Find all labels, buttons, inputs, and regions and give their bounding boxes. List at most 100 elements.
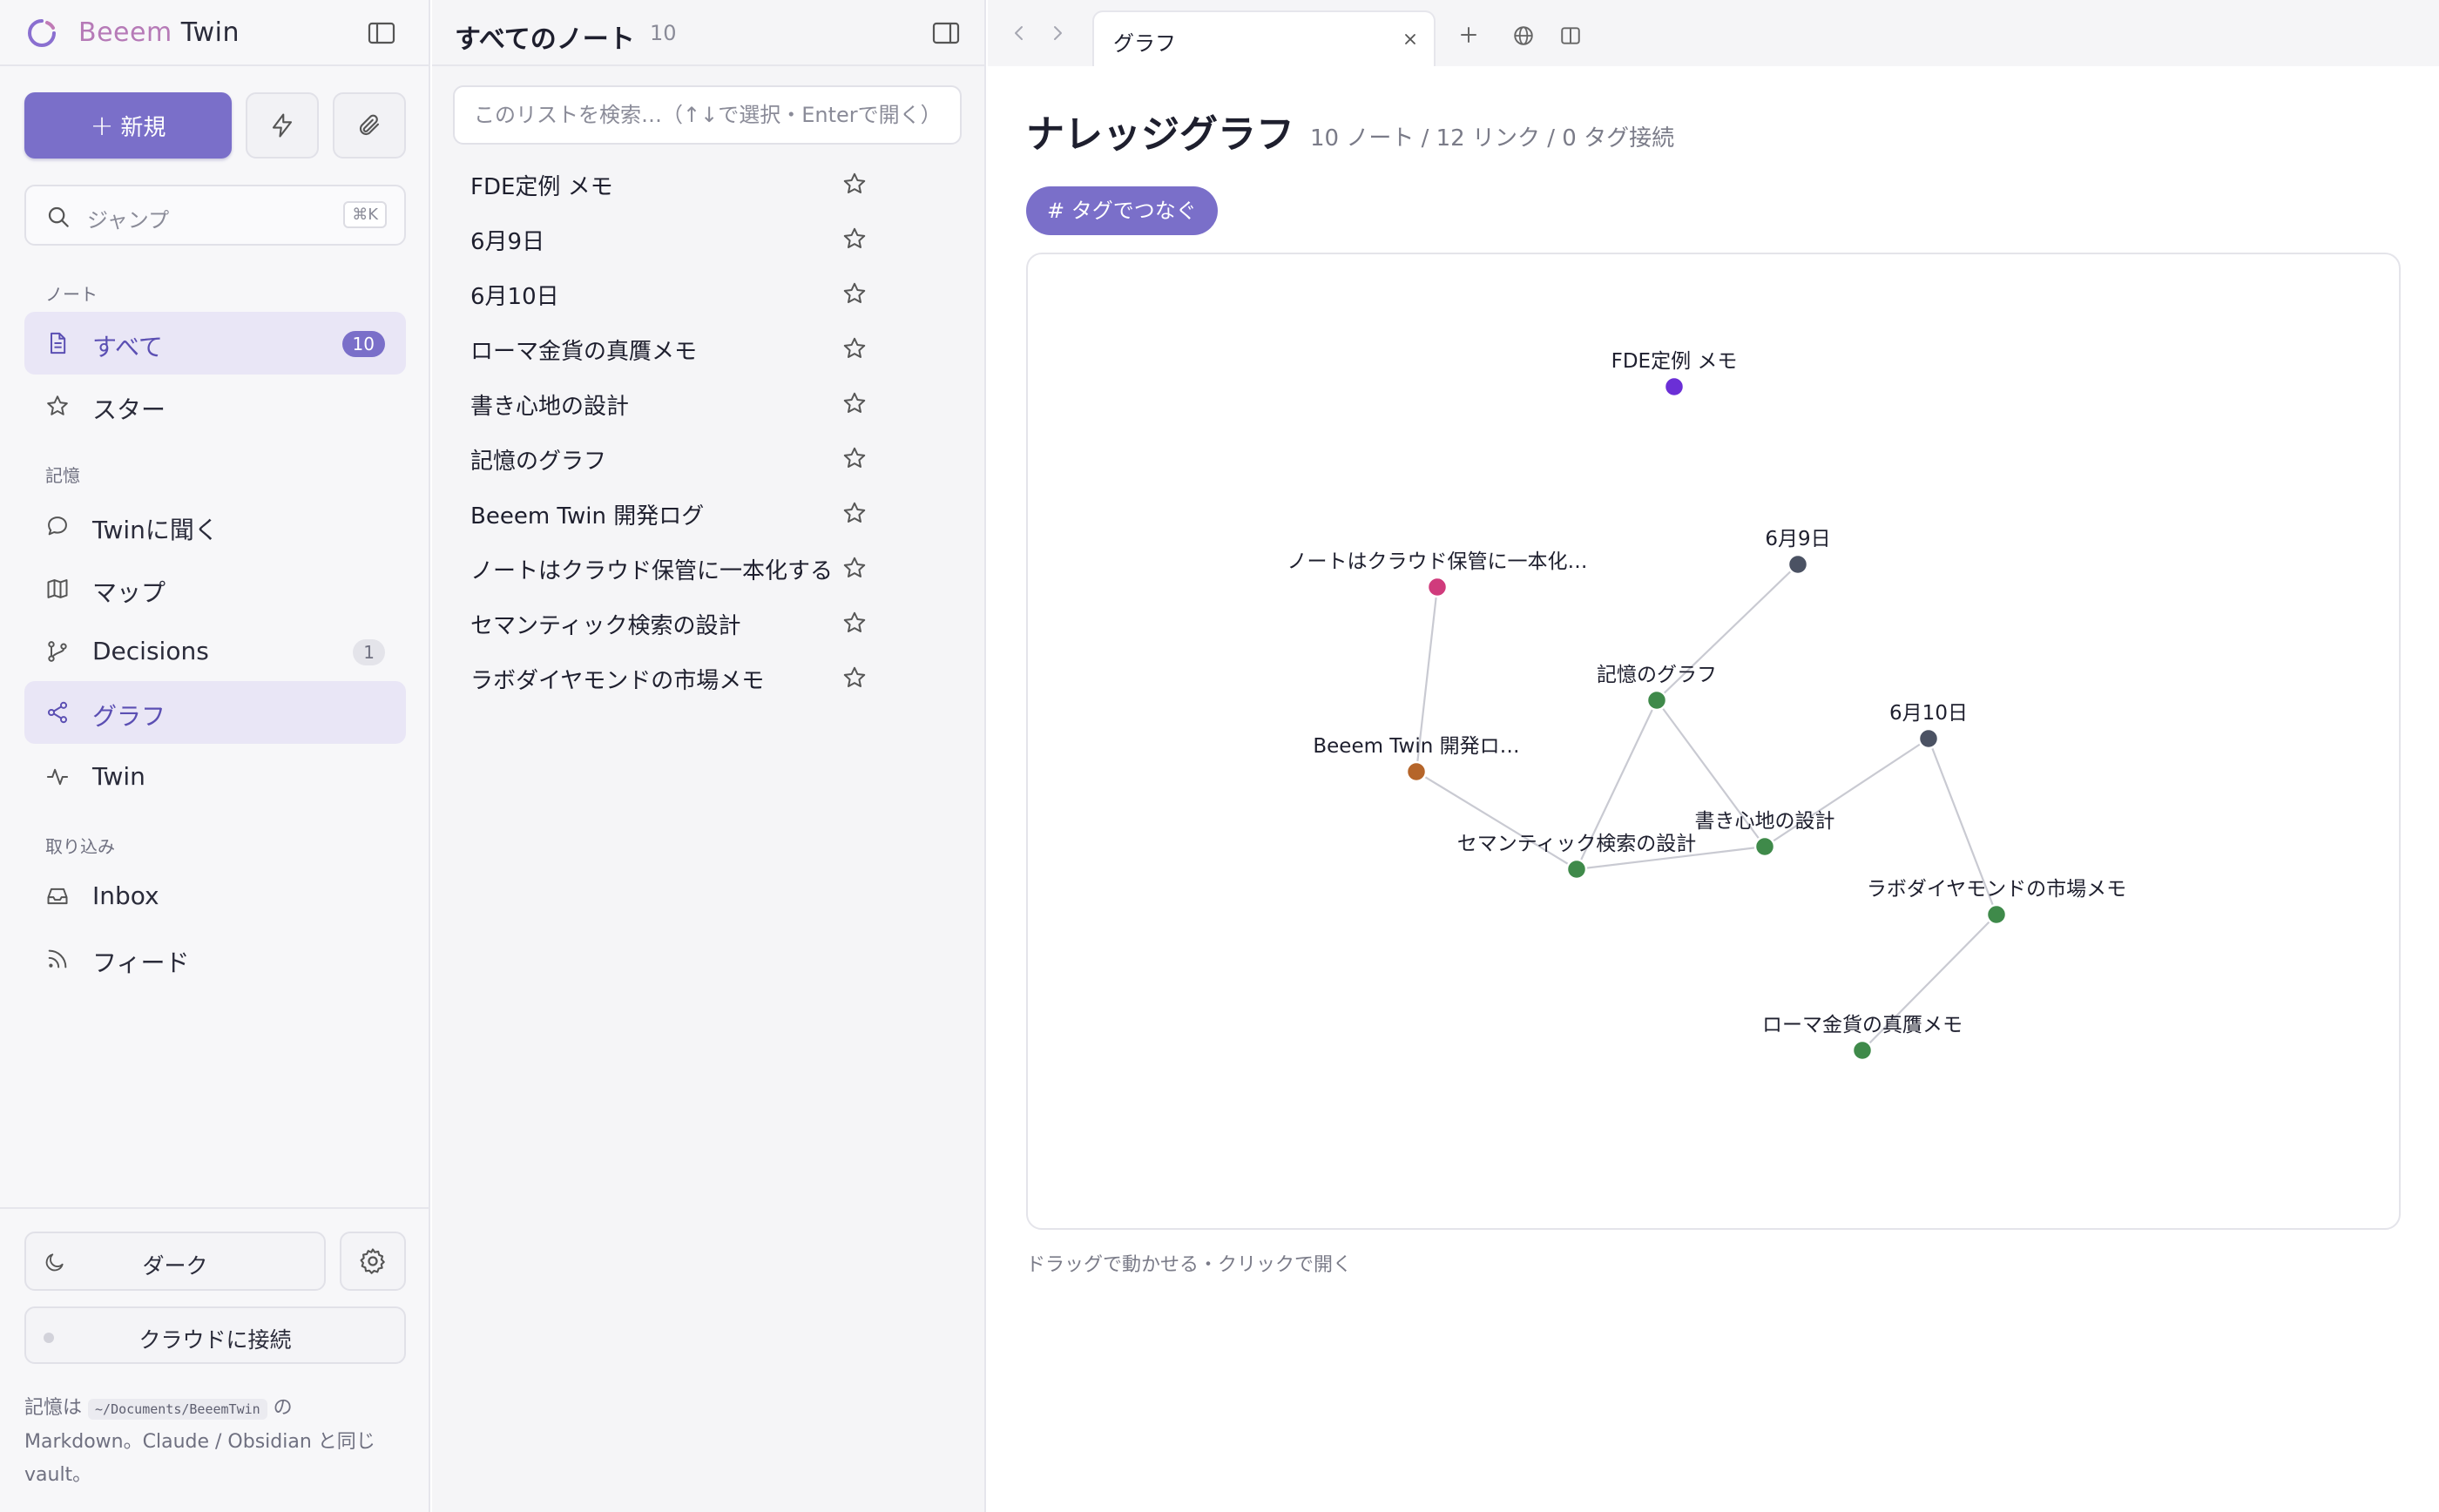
graph-node[interactable]: 6月10日 xyxy=(1889,702,1968,750)
quick-capture-button[interactable] xyxy=(246,92,319,159)
knowledge-graph[interactable]: FDE定例 メモ 6月9日 ノートはクラウド保管に一本化… 記憶のグラフ 6月10日 Be… xyxy=(1026,253,2401,1230)
list-item[interactable]: ラボダイヤモンドの市場メモ xyxy=(432,651,986,705)
sidebar-item-graph[interactable]: グラフ xyxy=(24,681,406,744)
note-list-search[interactable] xyxy=(453,85,962,145)
sidebar-item-label: すべて xyxy=(92,333,163,361)
star-icon[interactable] xyxy=(841,335,868,361)
sidebar-item-label: フィード xyxy=(92,948,190,977)
list-item[interactable]: 書き心地の設計 xyxy=(432,376,986,431)
star-icon[interactable] xyxy=(841,500,868,526)
back-arrow-icon[interactable] xyxy=(1010,24,1028,42)
graph-node-dot[interactable] xyxy=(1405,760,1428,783)
sidebar-item-feed[interactable]: フィード xyxy=(24,928,406,990)
attach-button[interactable] xyxy=(333,92,406,159)
page-title: ナレッジグラフ xyxy=(1026,112,1294,157)
graph-node-dot[interactable] xyxy=(1851,1039,1874,1062)
sidebar-item-twin[interactable]: Twin xyxy=(24,746,406,808)
split-view-icon[interactable] xyxy=(1559,24,1582,47)
graph-node-dot[interactable] xyxy=(1426,576,1449,598)
graph-node[interactable]: 記憶のグラフ xyxy=(1597,664,1717,712)
graph-node-dot[interactable] xyxy=(1645,689,1668,712)
star-icon[interactable] xyxy=(841,610,868,636)
close-icon[interactable] xyxy=(1402,31,1418,47)
graph-node[interactable]: FDE定例 メモ xyxy=(1611,350,1738,398)
connect-by-tag-button[interactable]: # タグでつなぐ xyxy=(1026,186,1218,235)
count-badge: 1 xyxy=(353,639,385,665)
graph-hint: ドラッグで動かせる・クリックで開く xyxy=(1026,1254,1353,1276)
sidebar-item-star[interactable]: スター xyxy=(24,375,406,437)
star-icon[interactable] xyxy=(841,280,868,307)
graph-node[interactable]: セマンティック検索の設計 xyxy=(1457,833,1697,881)
sidebar-item-label: マップ xyxy=(92,578,166,607)
graph-node-label: 書き心地の設計 xyxy=(1695,810,1835,833)
graph-node-dot[interactable] xyxy=(1565,858,1588,881)
new-note-button[interactable]: + 新規 xyxy=(24,92,232,159)
sidebar-item-label: Decisions xyxy=(92,637,209,665)
graph-node-label: セマンティック検索の設計 xyxy=(1457,833,1697,855)
sidebar-item-decisions[interactable]: Decisions 1 xyxy=(24,620,406,683)
vault-path: ~/Documents/BeeemTwin xyxy=(88,1399,267,1420)
graph-node[interactable]: 6月9日 xyxy=(1765,528,1831,576)
graph-node-dot[interactable] xyxy=(1787,553,1809,576)
list-item[interactable]: ローマ金貨の真贋メモ xyxy=(432,321,986,376)
star-icon[interactable] xyxy=(841,445,868,471)
search-icon xyxy=(48,206,69,227)
sidebar-item-ask-twin[interactable]: Twinに聞く xyxy=(24,495,406,557)
section-label-memory: 記憶 xyxy=(45,465,80,486)
sidebar-item-inbox[interactable]: Inbox xyxy=(24,865,406,928)
list-item[interactable]: ノートはクラウド保管に一本化する xyxy=(432,541,986,596)
graph-node-dot[interactable] xyxy=(1917,727,1940,750)
graph-node[interactable]: ラボダイヤモンドの市場メモ xyxy=(1867,878,2126,926)
dark-mode-button[interactable]: ダーク xyxy=(24,1232,326,1291)
note-title: Beeem Twin 開発ログ xyxy=(470,503,705,530)
globe-icon[interactable] xyxy=(1512,24,1535,47)
star-icon[interactable] xyxy=(841,390,868,416)
graph-node[interactable]: 書き心地の設計 xyxy=(1695,810,1835,858)
graph-node-dot[interactable] xyxy=(1663,375,1686,398)
star-icon[interactable] xyxy=(841,171,868,197)
pulse-icon xyxy=(46,768,69,786)
graph-node[interactable]: Beeem Twin 開発ロ… xyxy=(1313,735,1520,783)
app-logo-icon xyxy=(28,19,56,47)
settings-button[interactable] xyxy=(340,1232,406,1291)
sidebar: Beeem Twin + 新規 ジャンプ ⌘K ノート すべて 10 スター 記憶… xyxy=(0,0,430,1512)
list-item[interactable]: 記憶のグラフ xyxy=(432,431,986,486)
sidebar-header: Beeem Twin xyxy=(0,0,430,66)
forward-arrow-icon[interactable] xyxy=(1049,24,1066,42)
list-item[interactable]: 6月9日 xyxy=(432,212,986,267)
app-name: Beeem Twin xyxy=(78,17,240,48)
graph-node-dot[interactable] xyxy=(1985,903,2008,926)
panel-toggle-icon[interactable] xyxy=(932,21,960,45)
note-title: セマンティック検索の設計 xyxy=(470,613,741,639)
connect-cloud-button[interactable]: クラウドに接続 xyxy=(24,1306,406,1364)
sidebar-item-label: スター xyxy=(92,395,166,424)
section-label-import: 取り込み xyxy=(45,836,115,857)
graph-node[interactable]: ローマ金貨の真贋メモ xyxy=(1762,1014,1963,1062)
graph-node[interactable]: ノートはクラウド保管に一本化… xyxy=(1287,550,1588,598)
tab-graph[interactable]: グラフ xyxy=(1092,10,1436,66)
rss-icon xyxy=(48,949,67,969)
list-item[interactable]: 6月10日 xyxy=(432,267,986,321)
jump-search[interactable]: ジャンプ ⌘K xyxy=(24,185,406,246)
note-list-search-input[interactable] xyxy=(455,87,960,143)
new-tab-icon[interactable] xyxy=(1458,24,1479,45)
sidebar-toggle-icon[interactable] xyxy=(368,21,395,45)
note-list-count: 10 xyxy=(650,21,677,45)
star-icon[interactable] xyxy=(841,555,868,581)
list-item[interactable]: セマンティック検索の設計 xyxy=(432,596,986,651)
graph-node-label: 6月10日 xyxy=(1889,702,1968,725)
graph-canvas[interactable]: FDE定例 メモ 6月9日 ノートはクラウド保管に一本化… 記憶のグラフ 6月10日 Be… xyxy=(1028,254,2401,1230)
graph-node-dot[interactable] xyxy=(1753,835,1776,858)
sidebar-footer: ダーク クラウドに接続 記憶は ~/Documents/BeeemTwin の … xyxy=(0,1207,430,1512)
sidebar-item-map[interactable]: マップ xyxy=(24,557,406,620)
list-item[interactable]: FDE定例 メモ xyxy=(432,157,986,212)
star-icon[interactable] xyxy=(841,665,868,691)
list-item[interactable]: Beeem Twin 開発ログ xyxy=(432,486,986,541)
star-icon[interactable] xyxy=(841,226,868,252)
main-pane: グラフ ナレッジグラフ 10 ノート / 12 リンク / 0 タグ接続 # タ… xyxy=(988,0,2439,1512)
note-list: FDE定例 メモ 6月9日 6月10日 ローマ金貨の真贋メモ 書き心地の設計 記憶のグラフ… xyxy=(432,157,986,705)
inbox-icon xyxy=(47,888,68,905)
sidebar-item-label: グラフ xyxy=(92,702,166,731)
sidebar-item-all[interactable]: すべて 10 xyxy=(24,312,406,375)
jump-shortcut: ⌘K xyxy=(343,201,387,228)
